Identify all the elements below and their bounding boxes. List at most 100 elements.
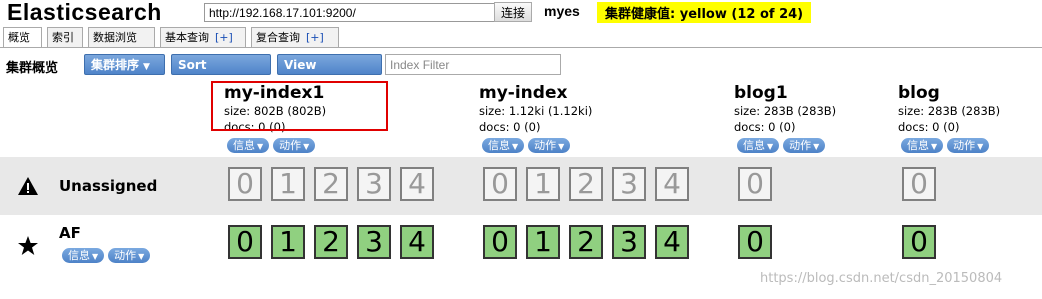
chevron-down-icon: ▼ — [138, 252, 145, 261]
add-tab-link[interactable]: [+] — [306, 31, 324, 44]
shard[interactable]: 1 — [271, 167, 305, 201]
shard[interactable]: 4 — [400, 225, 434, 259]
index-docs: docs: 0 (0) — [479, 120, 541, 134]
shard[interactable]: 4 — [655, 225, 689, 259]
index-name: blog1 — [734, 83, 788, 103]
shard[interactable]: 4 — [400, 167, 434, 201]
index-size: size: 283B (283B) — [898, 104, 1001, 118]
action-button[interactable]: 动作 ▼ — [783, 138, 826, 153]
url-input[interactable] — [204, 3, 498, 22]
unassigned-row: Unassigned 0 1 2 3 4 0 1 2 3 4 0 0 — [0, 157, 1042, 215]
index-docs: docs: 0 (0) — [898, 120, 960, 134]
action-button[interactable]: 动作 ▼ — [947, 138, 990, 153]
shard[interactable]: 0 — [228, 167, 262, 201]
index-size: size: 1.12ki (1.12ki) — [479, 104, 593, 118]
tab-label: 索引 — [52, 31, 74, 44]
info-button[interactable]: 信息 ▼ — [737, 138, 780, 153]
index-size: size: 283B (283B) — [734, 104, 837, 118]
button-label: 信息 — [907, 139, 929, 152]
info-button[interactable]: 信息 ▼ — [62, 248, 105, 263]
index-actions: 信息 ▼ 动作 ▼ — [901, 136, 993, 154]
index-filter-input[interactable] — [385, 54, 561, 75]
node-actions: 信息 ▼ 动作 ▼ — [62, 246, 154, 264]
tab-overview[interactable]: 概览 — [3, 27, 42, 48]
watermark: https://blog.csdn.net/csdn_20150804 — [760, 271, 1003, 286]
overview-title: 集群概览 — [6, 61, 59, 76]
star-icon — [18, 236, 38, 255]
tab-indices[interactable]: 索引 — [47, 27, 83, 47]
shard[interactable]: 3 — [357, 167, 391, 201]
chevron-down-icon: ▼ — [257, 142, 264, 151]
tab-browser[interactable]: 数据浏览 — [88, 27, 155, 47]
info-button[interactable]: 信息 ▼ — [227, 138, 270, 153]
cluster-name: myes — [544, 3, 580, 19]
shard[interactable]: 1 — [526, 225, 560, 259]
index-header-blog: blog size: 283B (283B) docs: 0 (0) — [898, 83, 1000, 135]
chevron-down-icon: ▼ — [767, 142, 774, 151]
button-label: 集群排序 — [91, 58, 140, 72]
top-bar: Elasticsearch 连接 myes 集群健康值: yellow (12 … — [0, 0, 1042, 28]
index-actions: 信息 ▼ 动作 ▼ — [737, 136, 829, 154]
chevron-down-icon: ▼ — [931, 142, 938, 151]
button-label: 信息 — [743, 139, 765, 152]
shard[interactable]: 0 — [483, 225, 517, 259]
chevron-down-icon: ▼ — [558, 142, 565, 151]
add-tab-link[interactable]: [+] — [215, 31, 233, 44]
shard[interactable]: 3 — [612, 225, 646, 259]
button-label: 信息 — [68, 249, 90, 262]
button-label: 动作 — [279, 139, 302, 152]
connect-button[interactable]: 连接 — [494, 2, 532, 22]
action-button[interactable]: 动作 ▼ — [108, 248, 151, 263]
action-button[interactable]: 动作 ▼ — [528, 138, 571, 153]
shard[interactable]: 3 — [612, 167, 646, 201]
tab-label: 概览 — [8, 31, 30, 44]
row-label: Unassigned — [59, 177, 158, 195]
shard[interactable]: 0 — [483, 167, 517, 201]
tab-compound-query[interactable]: 复合查询 [+] — [251, 27, 339, 47]
index-name: my-index — [479, 83, 568, 103]
shard[interactable]: 1 — [271, 225, 305, 259]
chevron-down-icon: ▼ — [92, 252, 99, 261]
button-label: 信息 — [233, 139, 255, 152]
index-actions: 信息 ▼ 动作 ▼ — [227, 136, 319, 154]
tab-divider — [0, 47, 1042, 48]
button-label: 动作 — [114, 249, 137, 262]
index-header-my-index: my-index size: 1.12ki (1.12ki) docs: 0 (… — [479, 83, 592, 135]
button-label: 动作 — [953, 139, 976, 152]
view-aliases-button[interactable]: View Aliases ▼ — [277, 54, 382, 93]
sort-indices-button[interactable]: Sort Indices ▼ — [171, 54, 271, 93]
chevron-down-icon: ▼ — [303, 142, 310, 151]
index-header-blog1: blog1 size: 283B (283B) docs: 0 (0) — [734, 83, 836, 135]
app-title: Elasticsearch — [7, 0, 162, 25]
info-button[interactable]: 信息 ▼ — [482, 138, 525, 153]
shard[interactable]: 4 — [655, 167, 689, 201]
button-label: 信息 — [488, 139, 510, 152]
shard[interactable]: 0 — [738, 225, 772, 259]
action-button[interactable]: 动作 ▼ — [273, 138, 316, 153]
chevron-down-icon: ▼ — [977, 142, 984, 151]
shard[interactable]: 1 — [526, 167, 560, 201]
chevron-down-icon: ▼ — [813, 142, 820, 151]
tab-basic-query[interactable]: 基本查询 [+] — [160, 27, 246, 47]
cluster-health-badge: 集群健康值: yellow (12 of 24) — [597, 2, 812, 23]
shard[interactable]: 2 — [569, 225, 603, 259]
tab-label: 基本查询 — [165, 31, 209, 44]
button-label: 动作 — [534, 139, 557, 152]
shard[interactable]: 2 — [314, 225, 348, 259]
shard[interactable]: 2 — [569, 167, 603, 201]
index-docs: docs: 0 (0) — [734, 120, 796, 134]
index-actions: 信息 ▼ 动作 ▼ — [482, 136, 574, 154]
chevron-down-icon: ▼ — [143, 62, 150, 72]
shard[interactable]: 0 — [228, 225, 262, 259]
node-name: AF — [59, 224, 81, 242]
shard[interactable]: 0 — [902, 167, 936, 201]
highlight-box — [211, 81, 388, 131]
shard[interactable]: 0 — [902, 225, 936, 259]
tab-label: 数据浏览 — [93, 31, 137, 44]
shard[interactable]: 3 — [357, 225, 391, 259]
cluster-sort-button[interactable]: 集群排序 ▼ — [84, 54, 165, 75]
info-button[interactable]: 信息 ▼ — [901, 138, 944, 153]
shard[interactable]: 0 — [738, 167, 772, 201]
shard[interactable]: 2 — [314, 167, 348, 201]
chevron-down-icon: ▼ — [512, 142, 519, 151]
